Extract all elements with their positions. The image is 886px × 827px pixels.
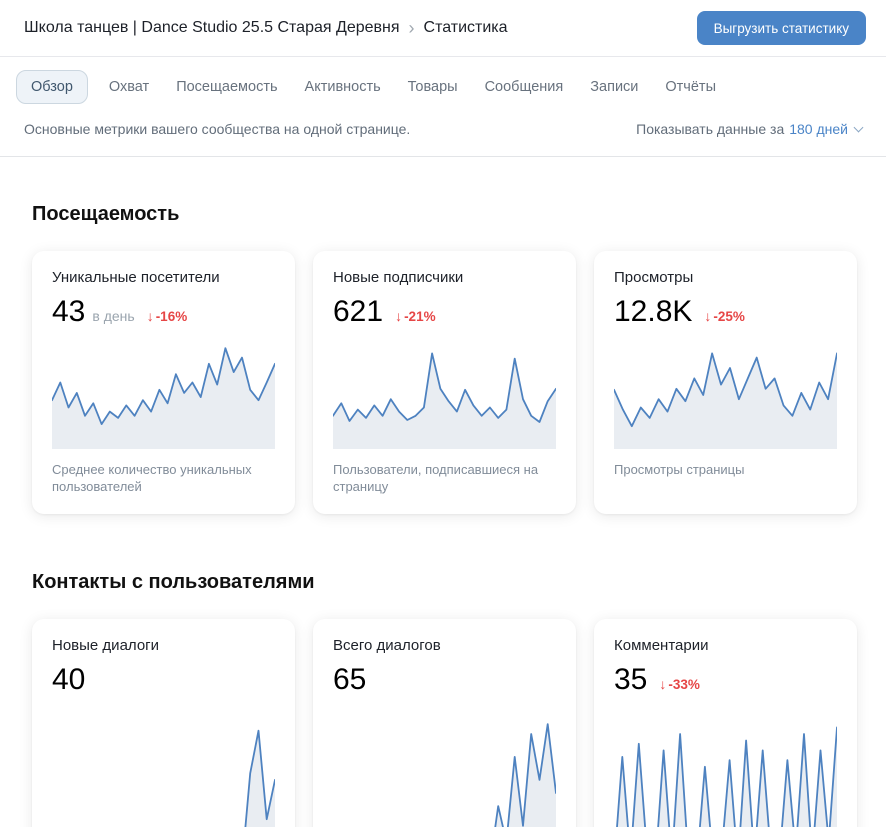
- tab-messages[interactable]: Сообщения: [485, 79, 564, 95]
- tab-attendance[interactable]: Посещаемость: [176, 79, 277, 95]
- sparkline-chart: [333, 707, 556, 827]
- card-title: Всего диалогов: [333, 637, 556, 655]
- tab-posts[interactable]: Записи: [590, 79, 638, 95]
- section-attendance: Посещаемость Уникальные посетители 43 в …: [32, 203, 858, 514]
- page-title: Статистика: [424, 19, 508, 37]
- card-total-dialogs: Всего диалогов 65: [313, 619, 576, 827]
- card-delta-value: -21%: [404, 309, 436, 324]
- card-value: 40: [52, 663, 85, 697]
- card-value: 621: [333, 295, 383, 329]
- card-value-row: 621 ↓ -21%: [333, 295, 556, 329]
- section-contacts: Контакты с пользователями Новые диалоги …: [32, 571, 858, 827]
- card-delta: ↓ -33%: [659, 676, 700, 692]
- card-unique-visitors: Уникальные посетители 43 в день ↓ -16% С…: [32, 251, 295, 514]
- card-delta-value: -33%: [668, 677, 700, 692]
- section-title: Посещаемость: [32, 203, 858, 226]
- tab-reach[interactable]: Охват: [109, 79, 149, 95]
- card-new-dialogs: Новые диалоги 40: [32, 619, 295, 827]
- card-title: Просмотры: [614, 269, 837, 287]
- card-delta: ↓ -21%: [395, 308, 436, 324]
- breadcrumb-separator-icon: ›: [409, 18, 415, 39]
- period-value: 180 дней: [789, 121, 848, 137]
- card-title: Новые подписчики: [333, 269, 556, 287]
- sparkline-chart: [614, 707, 837, 827]
- card-new-followers: Новые подписчики 621 ↓ -21% Пользователи…: [313, 251, 576, 514]
- main-content: Посещаемость Уникальные посетители 43 в …: [0, 203, 886, 827]
- card-caption: Среднее количество уникальных пользовате…: [52, 461, 275, 495]
- breadcrumb: Школа танцев | Dance Studio 25.5 Старая …: [24, 18, 508, 39]
- subheader: Основные метрики вашего сообщества на од…: [0, 113, 886, 156]
- arrow-down-icon: ↓: [704, 308, 711, 324]
- card-value-row: 43 в день ↓ -16%: [52, 295, 275, 329]
- period-dropdown[interactable]: 180 дней: [789, 121, 862, 137]
- period-label: Показывать данные за: [636, 121, 784, 137]
- sparkline-chart: [333, 339, 556, 449]
- card-unit: в день: [92, 308, 134, 324]
- card-delta-value: -16%: [156, 309, 188, 324]
- tab-activity[interactable]: Активность: [305, 79, 381, 95]
- tab-reports[interactable]: Отчёты: [665, 79, 716, 95]
- card-value: 65: [333, 663, 366, 697]
- tab-overview[interactable]: Обзор: [16, 70, 88, 104]
- arrow-down-icon: ↓: [395, 308, 402, 324]
- arrow-down-icon: ↓: [147, 308, 154, 324]
- period-selector: Показывать данные за 180 дней: [636, 121, 862, 137]
- card-value: 35: [614, 663, 647, 697]
- community-title-link[interactable]: Школа танцев | Dance Studio 25.5 Старая …: [24, 19, 400, 37]
- divider: [0, 156, 886, 157]
- card-delta-value: -25%: [713, 309, 745, 324]
- cards-row: Уникальные посетители 43 в день ↓ -16% С…: [32, 251, 858, 514]
- card-value: 12.8K: [614, 295, 692, 329]
- card-caption: Просмотры страницы: [614, 461, 837, 478]
- card-value-row: 65: [333, 663, 556, 697]
- page-description: Основные метрики вашего сообщества на од…: [24, 121, 410, 137]
- arrow-down-icon: ↓: [659, 676, 666, 692]
- card-caption: Пользователи, подписавшиеся на страницу: [333, 461, 556, 495]
- stats-tabs: Обзор Охват Посещаемость Активность Това…: [0, 57, 886, 113]
- card-value-row: 35 ↓ -33%: [614, 663, 837, 697]
- sparkline-chart: [52, 339, 275, 449]
- chevron-down-icon: [854, 123, 864, 133]
- sparkline-chart: [614, 339, 837, 449]
- sparkline-chart: [52, 707, 275, 827]
- card-delta: ↓ -16%: [147, 308, 188, 324]
- card-value: 43: [52, 295, 85, 329]
- card-value-row: 12.8K ↓ -25%: [614, 295, 837, 329]
- page-header: Школа танцев | Dance Studio 25.5 Старая …: [0, 0, 886, 57]
- tab-goods[interactable]: Товары: [408, 79, 458, 95]
- card-value-row: 40: [52, 663, 275, 697]
- cards-row: Новые диалоги 40 Всего диалогов 65 Комме…: [32, 619, 858, 827]
- card-views: Просмотры 12.8K ↓ -25% Просмотры страниц…: [594, 251, 857, 514]
- export-statistics-button[interactable]: Выгрузить статистику: [697, 11, 866, 45]
- card-delta: ↓ -25%: [704, 308, 745, 324]
- card-title: Новые диалоги: [52, 637, 275, 655]
- card-title: Комментарии: [614, 637, 837, 655]
- card-title: Уникальные посетители: [52, 269, 275, 287]
- section-title: Контакты с пользователями: [32, 571, 858, 594]
- card-comments: Комментарии 35 ↓ -33%: [594, 619, 857, 827]
